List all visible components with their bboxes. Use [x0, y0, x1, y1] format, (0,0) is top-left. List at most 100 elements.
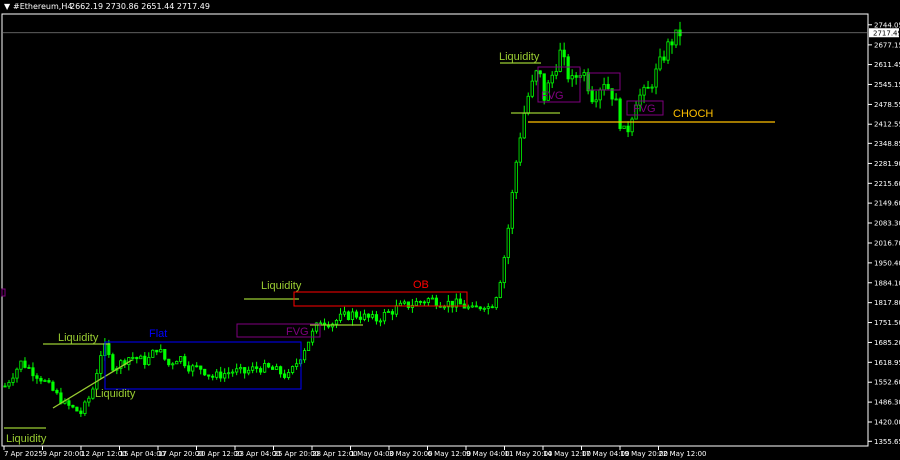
candle-body — [203, 368, 207, 376]
choch-label: CHOCH — [673, 108, 713, 120]
candle-body — [422, 301, 426, 304]
candle-body — [406, 301, 411, 308]
candle-body — [386, 311, 391, 313]
annotations-layer: Liquidity Liquidity Liquidity Liquidity … — [1, 51, 775, 445]
candle-body — [167, 358, 171, 366]
candle-body — [494, 297, 498, 309]
candle-body — [390, 311, 395, 315]
y-tick-label: 2083.30 — [874, 220, 900, 228]
candle-body — [219, 371, 223, 379]
y-tick-label: 2545.15 — [874, 81, 900, 89]
candle-body — [350, 311, 355, 320]
candle-body — [39, 377, 43, 382]
candle-body — [490, 306, 494, 309]
candle-body — [358, 316, 363, 320]
candle-body — [650, 86, 654, 89]
candle-body — [27, 367, 31, 369]
candle-body — [247, 369, 251, 374]
candle-body — [135, 356, 139, 360]
price-chart[interactable]: ▼ #Ethereum,H4 2662.19 2730.86 2651.44 2… — [0, 0, 900, 460]
fvg-label-3: FVG — [633, 103, 656, 115]
candle-body — [99, 355, 103, 374]
candle-body — [614, 98, 618, 101]
candle-body — [434, 297, 438, 307]
y-tick-label: 2412.55 — [874, 121, 900, 129]
candle-body — [271, 366, 275, 370]
fvg-label-2: FVG — [541, 90, 564, 102]
candle-body — [630, 118, 634, 133]
candle-body — [590, 90, 594, 103]
candle-body — [47, 380, 51, 383]
candle-body — [666, 41, 670, 61]
candle-body — [642, 86, 646, 96]
candle-body — [111, 354, 115, 371]
candle-body — [282, 373, 287, 378]
candle-body — [362, 313, 367, 320]
y-tick-label: 2016.70 — [874, 239, 900, 247]
candle-body — [75, 406, 79, 412]
candle-body — [662, 56, 666, 61]
candle-body — [231, 371, 235, 374]
current-price-tag-text: 2717.49 — [873, 29, 900, 37]
y-tick-label: 1618.95 — [874, 359, 900, 367]
ob-label: OB — [413, 279, 429, 291]
candle-body — [302, 350, 307, 361]
chart-window: ▼ #Ethereum,H4 2662.19 2730.86 2651.44 2… — [0, 0, 900, 460]
candle-body — [378, 320, 383, 323]
y-tick-label: 1685.20 — [874, 339, 900, 347]
candle-body — [558, 49, 562, 72]
candle-body — [674, 29, 678, 46]
candle-body — [554, 71, 558, 76]
candle-body — [267, 363, 271, 368]
candle-body — [342, 311, 347, 315]
candle-body — [207, 374, 211, 377]
header-arrow-icon: ▼ — [4, 2, 11, 11]
y-axis: 2744.05 2677.15 2611.45 2545.15 2478.55 2412.… — [868, 21, 900, 446]
candle-body — [195, 365, 199, 368]
y-tick-label: 2215.60 — [874, 180, 900, 188]
candle-body — [147, 356, 151, 365]
candle-body — [366, 313, 371, 318]
x-tick-label: 22 May 12:00 — [659, 450, 707, 458]
candle-body — [646, 86, 650, 89]
y-tick-label: 2611.45 — [874, 61, 900, 69]
candle-body — [151, 349, 155, 358]
candle-body — [23, 360, 27, 368]
candle-body — [171, 363, 175, 366]
ohlc-values: 2662.19 2730.86 2651.44 2717.49 — [70, 2, 210, 11]
liquidity-label-3: Liquidity — [95, 388, 136, 400]
candle-body — [19, 360, 23, 370]
candle-body — [658, 56, 662, 70]
flat-zone-box — [104, 341, 302, 390]
candle-body — [442, 306, 446, 309]
ob-zone-box — [293, 291, 468, 307]
candle-body — [470, 305, 474, 308]
x-axis: 7 Apr 2025 9 Apr 20:0012 Apr 12:0015 Apr … — [3, 446, 707, 458]
candle-body — [251, 366, 255, 371]
candle-body — [510, 192, 514, 229]
candle-body — [223, 373, 227, 379]
candle-body — [602, 83, 606, 91]
left-edge-marker — [1, 288, 6, 297]
candle-body — [87, 397, 91, 403]
candle-body — [566, 56, 570, 80]
candle-body — [71, 404, 75, 408]
current-price-tag: 2717.49 — [869, 28, 900, 38]
candle-body — [274, 366, 279, 370]
flat-label: Flat — [149, 328, 167, 340]
y-tick-label: 2478.55 — [874, 101, 900, 109]
candle-body — [163, 348, 167, 360]
candle-body — [458, 298, 462, 305]
candle-body — [514, 161, 518, 193]
candle-body — [15, 368, 19, 379]
candle-body — [107, 343, 111, 355]
candle-body — [398, 302, 403, 307]
y-tick-label: 1884.10 — [874, 279, 900, 287]
candle-body — [259, 368, 263, 373]
candle-body — [255, 366, 259, 369]
liquidity-label-2: Liquidity — [58, 332, 99, 344]
candle-body — [622, 125, 626, 129]
candle-body — [654, 68, 658, 88]
candle-body — [175, 361, 179, 365]
candle-body — [402, 301, 407, 304]
